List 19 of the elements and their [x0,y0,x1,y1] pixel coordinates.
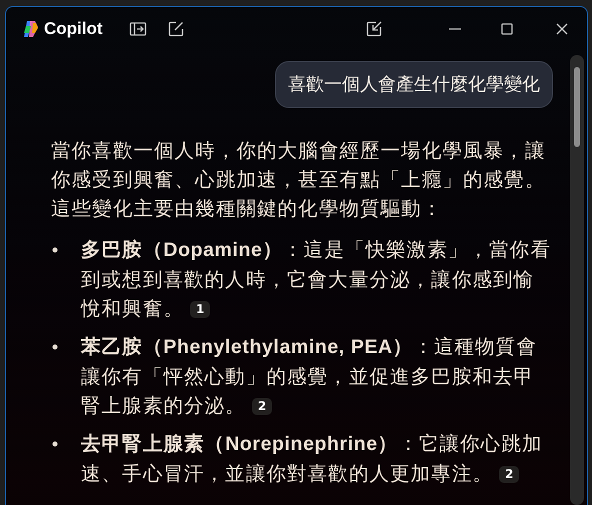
arrow-box-icon [365,20,383,38]
window-title: Copilot [44,18,103,40]
list-item-text: 苯乙胺（Phenylethylamine, PEA）：這種物質會讓你有「怦然心動」的感覺，並促進多巴胺和去甲腎上腺素的分泌。 2 [81,334,538,419]
list-item-text: 去甲腎上腺素（Norepinephrine）：它讓你心跳加速、手心冒汗，並讓你對喜歡的人更加專注。 2 [81,431,544,487]
copilot-logo-icon [22,20,40,38]
scrollbar[interactable] [570,55,584,505]
bullet-icon [51,440,59,448]
citation-link[interactable]: 2 [252,398,272,415]
sidebar-icon [128,20,147,38]
edit-icon [166,20,185,38]
reply-paragraph: 當你喜歡一個人時，你的大腦會經歷一場化學風暴，讓你感受到興奮、心跳加速，甚至有點「上癮」的感覺。這些變化主要由幾種關鍵的化學物質驅動： [51,138,546,222]
user-message: 喜歡一個人會產生什麼化學變化 [275,61,553,108]
citation-link[interactable]: 1 [190,301,210,318]
bullet-icon [51,343,59,351]
scrollbar-thumb[interactable] [574,67,580,147]
bullet-icon [51,246,59,254]
minimize-icon [449,28,461,30]
list-item-text: 多巴胺（Dopamine）：這是「快樂激素」，當你看到或想到喜歡的人時，它會大量分泌，讓你感到愉悅和興奮。 1 [81,237,552,322]
citation-link[interactable]: 2 [499,466,520,483]
